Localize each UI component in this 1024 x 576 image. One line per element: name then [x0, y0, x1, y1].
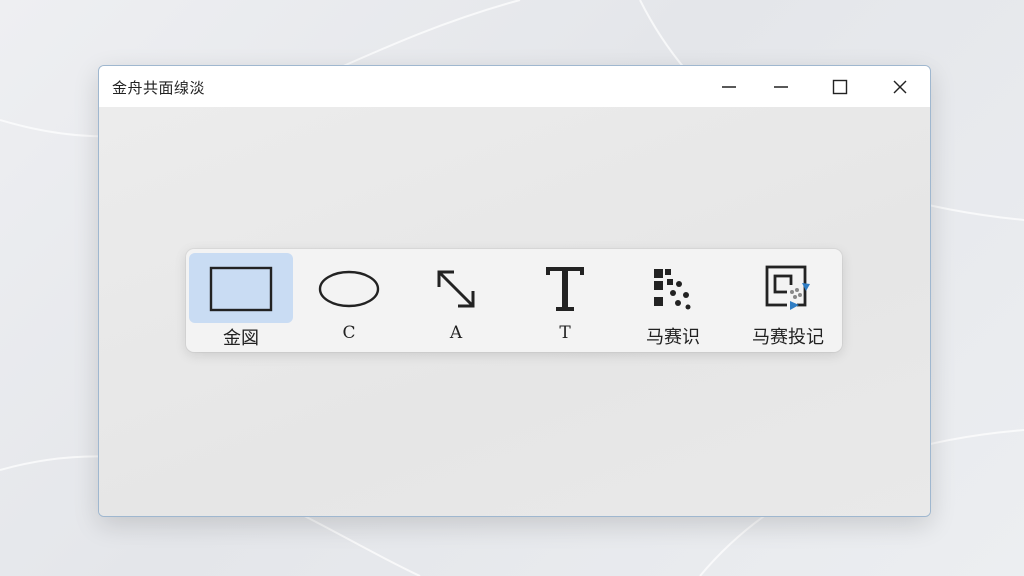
minimize-icon	[774, 85, 788, 88]
rectangle-icon	[209, 266, 273, 312]
tool-text[interactable]: T	[513, 253, 617, 348]
text-tool-icon	[546, 267, 584, 311]
tool-mosaic[interactable]: 马赛识	[621, 253, 725, 348]
drawing-toolbar: 金図 C A T 马赛识 马赛投记	[186, 249, 842, 352]
tool-label: 马赛投记	[752, 327, 824, 348]
tool-label: 金図	[223, 328, 259, 349]
close-icon	[893, 80, 907, 93]
title-bar[interactable]: 金舟共面缐淡	[99, 66, 930, 107]
tool-label: C	[342, 323, 356, 343]
tool-arrow[interactable]: A	[404, 253, 508, 348]
mosaic-eraser-icon	[765, 265, 810, 310]
tool-mosaic-erase[interactable]: 马赛投记	[736, 253, 840, 348]
tool-ellipse[interactable]: C	[297, 253, 401, 348]
close-button[interactable]	[874, 66, 926, 107]
maximize-button[interactable]	[814, 66, 866, 107]
tool-rectangle[interactable]: 金図	[189, 253, 293, 349]
double-arrow-icon	[437, 270, 475, 308]
tool-label: T	[559, 323, 571, 343]
mosaic-icon	[654, 269, 691, 310]
window-title: 金舟共面缐淡	[112, 79, 206, 97]
maximize-icon	[832, 79, 848, 94]
tool-label: 马赛识	[646, 327, 700, 348]
ellipse-icon	[318, 270, 380, 308]
minimize-icon	[722, 85, 736, 88]
extra-minimize-button[interactable]	[703, 66, 755, 107]
minimize-button[interactable]	[755, 66, 807, 107]
tool-label: A	[449, 323, 463, 343]
